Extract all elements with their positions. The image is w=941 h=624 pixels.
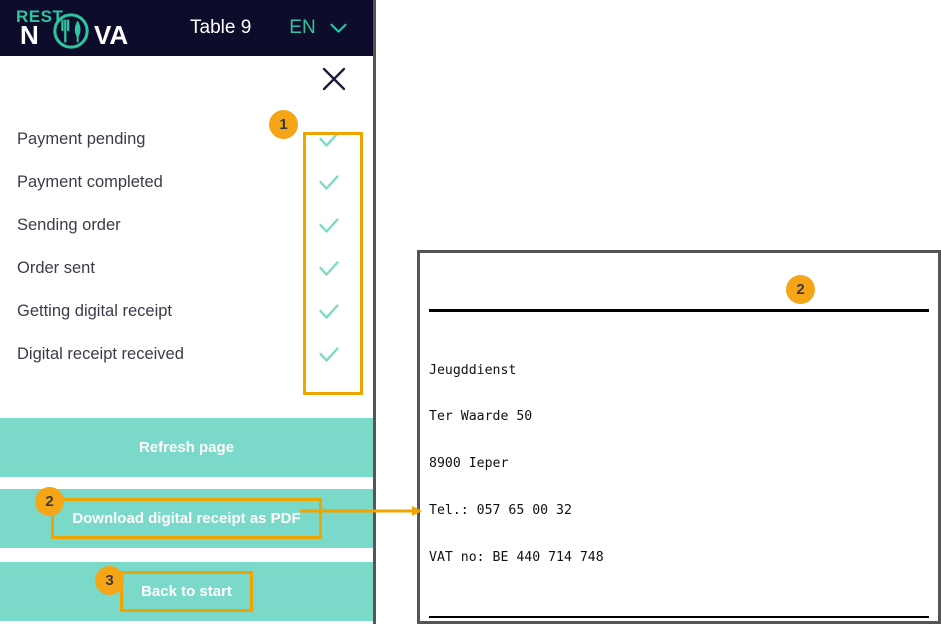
checklist-item-label: Order sent [17, 259, 95, 277]
refresh-page-button[interactable]: Refresh page [0, 418, 373, 477]
app-header: REST N VA Table 9 EN [0, 0, 373, 56]
checklist-item-label: Getting digital receipt [17, 302, 173, 320]
back-to-start-label: Back to start [120, 571, 253, 612]
checklist-item: Digital receipt received [0, 333, 373, 376]
checklist-item: Order sent [0, 247, 373, 290]
logo-text-va: VA [94, 20, 129, 50]
merchant-tel: Tel.: 057 65 00 32 [429, 502, 572, 518]
check-icon [319, 217, 339, 233]
annotation-badge-2: 2 [35, 487, 64, 516]
checklist-item-label: Payment pending [17, 130, 146, 148]
close-icon[interactable] [321, 66, 347, 92]
checklist-item-label: Digital receipt received [17, 345, 184, 363]
back-to-start-button[interactable]: Back to start [0, 562, 373, 621]
annotation-badge-3: 3 [95, 566, 124, 595]
check-icon [319, 174, 339, 190]
checklist-item-label: Sending order [17, 216, 121, 234]
digital-receipt-preview: Jeugddienst Ter Waarde 50 8900 Ieper Tel… [417, 250, 941, 624]
restonova-logo: REST N VA [12, 5, 152, 51]
checklist-item: Payment completed [0, 161, 373, 204]
language-label: EN [289, 17, 316, 38]
check-icon [319, 260, 339, 276]
receipt-divider-top [429, 308, 929, 312]
receipt-content: Jeugddienst Ter Waarde 50 8900 Ieper Tel… [420, 253, 938, 621]
check-icon [319, 346, 339, 362]
checklist-item: Payment pending [0, 118, 373, 161]
language-selector[interactable]: EN [289, 17, 347, 39]
app-panel: REST N VA Table 9 EN Payment pending Pay… [0, 0, 376, 624]
chevron-down-icon [330, 23, 347, 33]
action-buttons: Refresh page Download digital receipt as… [0, 418, 373, 621]
table-label: Table 9 [190, 17, 252, 38]
fork-leaf-circle-icon [53, 13, 89, 49]
arrow-right-icon [300, 506, 422, 516]
check-icon [319, 303, 339, 319]
merchant-name: Jeugddienst [429, 362, 517, 378]
merchant-city: 8900 Ieper [429, 456, 509, 472]
receipt-divider-meta [429, 616, 929, 619]
checklist-item-label: Payment completed [17, 173, 163, 191]
checklist-item: Getting digital receipt [0, 290, 373, 333]
download-pdf-label: Download digital receipt as PDF [51, 498, 322, 539]
check-icon [319, 131, 339, 147]
checklist-item: Sending order [0, 204, 373, 247]
refresh-page-label: Refresh page [138, 439, 235, 456]
merchant-vat-no: VAT no: BE 440 714 748 [429, 549, 604, 565]
logo-text-n: N [20, 20, 39, 50]
close-row [0, 56, 373, 100]
annotation-badge-1: 1 [269, 110, 298, 139]
merchant-street: Ter Waarde 50 [429, 409, 533, 425]
annotation-badge-receipt: 2 [786, 275, 815, 304]
status-checklist: Payment pending Payment completed Sendin… [0, 118, 373, 376]
